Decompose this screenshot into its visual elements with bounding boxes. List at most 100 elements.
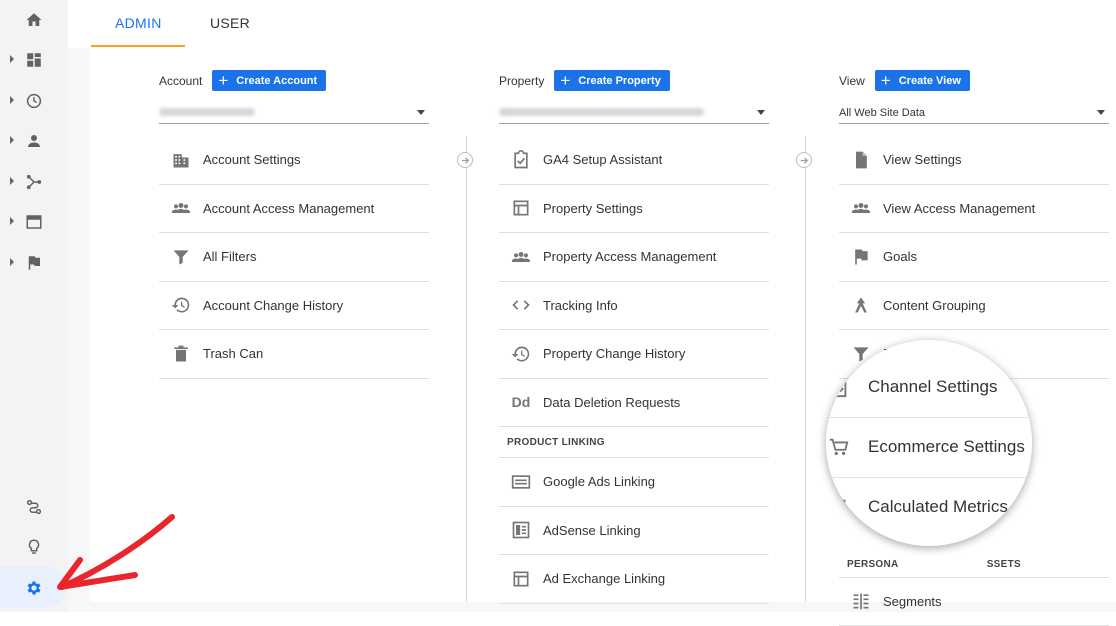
tab-admin[interactable]: ADMIN (115, 15, 162, 31)
arrow-right-icon (457, 152, 473, 168)
heading-right-fragment: SSETS (987, 555, 1021, 577)
item-label: All Filters (203, 249, 256, 264)
segments-item[interactable]: Segments (839, 578, 1109, 626)
view-settings-item[interactable]: View Settings (839, 136, 1109, 185)
ad-exchange-linking-item[interactable]: Ad Exchange Linking (499, 555, 769, 604)
item-label: Google Ads Linking (543, 474, 655, 489)
tab-bar: ADMIN USER (68, 0, 1116, 48)
account-access-management-item[interactable]: Account Access Management (159, 185, 429, 234)
item-label: Account Change History (203, 298, 343, 313)
column-divider (466, 136, 467, 602)
caret-down-icon (757, 110, 765, 115)
item-label: Property Settings (543, 201, 643, 216)
content-grouping-icon (851, 295, 871, 315)
item-label: Content Grouping (883, 298, 986, 313)
annotation-arrow-icon (40, 505, 190, 605)
property-access-management-item[interactable]: Property Access Management (499, 233, 769, 282)
property-selector[interactable] (499, 104, 769, 124)
code-icon (511, 295, 531, 315)
view-selected-value: All Web Site Data (839, 107, 925, 119)
account-change-history-item[interactable]: Account Change History (159, 282, 429, 331)
property-label: Property (499, 74, 544, 88)
layout-icon (511, 198, 531, 218)
google-ads-linking-item[interactable]: Google Ads Linking (499, 458, 769, 507)
item-label: View Access Management (883, 201, 1035, 216)
item-label: Data Deletion Requests (543, 395, 680, 410)
plus-icon: + (218, 72, 228, 89)
flag-icon (851, 247, 871, 267)
calculator-icon (828, 496, 850, 518)
ecommerce-settings-item[interactable]: Ecommerce Settings (826, 436, 1032, 458)
magnifier-callout: Channel Settings Ecommerce Settings Calc… (826, 340, 1032, 546)
redacted-property-name (499, 108, 704, 116)
account-header: Account + Create Account (159, 70, 326, 91)
channel-settings-item[interactable]: Channel Settings (826, 376, 1032, 398)
flag-icon (25, 254, 43, 272)
ga4-setup-assistant-item[interactable]: GA4 Setup Assistant (499, 136, 769, 185)
admin-content: ADMIN USER Account + Create Account Acco… (68, 0, 1116, 612)
view-access-management-item[interactable]: View Access Management (839, 185, 1109, 234)
item-label: Segments (883, 594, 942, 609)
history-icon (171, 295, 191, 315)
property-settings-item[interactable]: Property Settings (499, 185, 769, 234)
item-label: GA4 Setup Assistant (543, 152, 662, 167)
nav-conversions[interactable] (0, 248, 68, 278)
chevron-right-icon (10, 55, 14, 63)
trash-icon (171, 344, 191, 364)
account-settings-item[interactable]: Account Settings (159, 136, 429, 185)
property-change-history-item[interactable]: Property Change History (499, 330, 769, 379)
item-label: Ad Exchange Linking (543, 571, 665, 586)
content-grouping-item[interactable]: Content Grouping (839, 282, 1109, 331)
create-property-button[interactable]: + Create Property (554, 70, 669, 91)
trash-can-item[interactable]: Trash Can (159, 330, 429, 379)
chevron-right-icon (10, 217, 14, 225)
nav-audience[interactable] (0, 126, 68, 156)
nav-home[interactable] (0, 5, 68, 35)
nav-customization[interactable] (0, 45, 68, 75)
clock-icon (25, 92, 43, 110)
plus-icon: + (560, 72, 570, 89)
channel-icon (828, 376, 850, 398)
account-selector[interactable] (159, 104, 429, 124)
caret-down-icon (417, 110, 425, 115)
person-icon (25, 132, 43, 150)
people-icon (511, 247, 531, 267)
home-icon (25, 11, 43, 29)
view-label: View (839, 74, 865, 88)
cart-icon (828, 436, 850, 458)
create-view-button[interactable]: + Create View (875, 70, 970, 91)
property-header: Property + Create Property (499, 70, 670, 91)
create-view-label: Create View (899, 75, 961, 87)
ads-linking-icon (511, 472, 531, 492)
nav-acquisition[interactable] (0, 167, 68, 197)
dashboard-icon (25, 51, 43, 69)
product-linking-heading: PRODUCT LINKING (499, 427, 769, 458)
item-label: Goals (883, 249, 917, 264)
tab-user[interactable]: USER (210, 15, 250, 31)
property-menu: GA4 Setup Assistant Property Settings Pr… (499, 136, 769, 604)
data-deletion-requests-item[interactable]: Dd Data Deletion Requests (499, 379, 769, 428)
caret-down-icon (1097, 110, 1105, 115)
account-menu: Account Settings Account Access Manageme… (159, 136, 429, 379)
nav-realtime[interactable] (0, 86, 68, 116)
arrow-right-icon (796, 152, 812, 168)
item-label: Tracking Info (543, 298, 618, 313)
chevron-right-icon (10, 96, 14, 104)
filter-icon (171, 247, 191, 267)
column-divider (805, 136, 806, 602)
create-account-button[interactable]: + Create Account (212, 70, 326, 91)
document-icon (851, 150, 871, 170)
calculated-metrics-item[interactable]: Calculated Metrics (826, 496, 1032, 518)
item-label: Channel Settings (868, 377, 997, 397)
nav-behavior[interactable] (0, 207, 68, 237)
view-selector[interactable]: All Web Site Data (839, 104, 1109, 124)
tracking-info-item[interactable]: Tracking Info (499, 282, 769, 331)
view-header: View + Create View (839, 70, 970, 91)
people-icon (171, 198, 191, 218)
chevron-right-icon (10, 258, 14, 266)
all-filters-item[interactable]: All Filters (159, 233, 429, 282)
item-label: Property Change History (543, 346, 685, 361)
goals-item[interactable]: Goals (839, 233, 1109, 282)
item-label: Ecommerce Settings (868, 437, 1025, 457)
adsense-linking-item[interactable]: AdSense Linking (499, 507, 769, 556)
